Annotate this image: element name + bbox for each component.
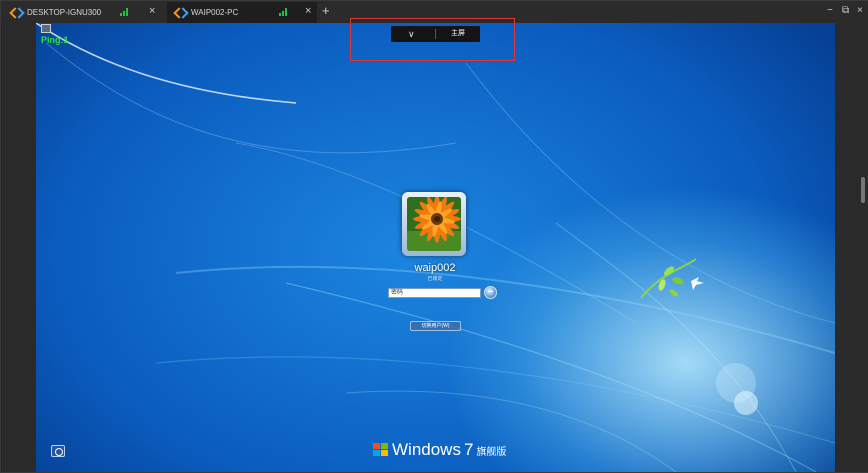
minimize-button[interactable]: − xyxy=(827,5,833,17)
signal-strength-icon xyxy=(279,8,287,16)
right-margin xyxy=(835,23,868,472)
tab-label: DESKTOP-IGNU300 xyxy=(27,8,102,17)
add-tab-button[interactable]: + xyxy=(322,4,330,18)
left-margin xyxy=(2,23,36,472)
switch-user-button[interactable]: 切换用户(W) xyxy=(410,321,461,331)
remote-desktop-icon xyxy=(11,8,23,18)
username-label: waip002 xyxy=(414,262,456,274)
ease-of-access-icon[interactable] xyxy=(51,445,65,457)
windows-branding: Windows 7 旗舰版 xyxy=(373,441,506,459)
side-panel-handle[interactable] xyxy=(861,177,865,203)
tab-close-icon[interactable]: × xyxy=(305,5,311,17)
windows-logo-icon xyxy=(373,443,389,457)
annotation-highlight-box xyxy=(350,18,515,61)
windows-edition: 旗舰版 xyxy=(476,447,507,458)
user-avatar xyxy=(402,192,466,256)
monitor-icon xyxy=(41,24,51,33)
restore-button[interactable]: ⧉ xyxy=(842,5,849,17)
windows-wordmark: Windows xyxy=(392,440,461,459)
submit-arrow-button[interactable] xyxy=(484,286,497,299)
avatar-flower-image xyxy=(407,197,461,251)
tab-waip002-pc[interactable]: WAIP002-PC xyxy=(167,2,317,23)
locked-status: 已锁定 xyxy=(427,276,443,282)
tab-label: WAIP002-PC xyxy=(191,8,239,17)
remote-client-window: DESKTOP-IGNU300 × WAIP002-PC × + − ⧉ × P… xyxy=(0,0,868,473)
remote-desktop-icon xyxy=(175,8,187,18)
close-window-button[interactable]: × xyxy=(857,5,863,17)
tab-close-icon[interactable]: × xyxy=(149,5,155,17)
tab-desktop-ignu300[interactable]: DESKTOP-IGNU300 xyxy=(3,2,167,23)
ping-indicator: Ping:1 xyxy=(41,35,69,45)
signal-strength-icon xyxy=(120,8,128,16)
remote-desktop-view[interactable]: Ping:1 waip002 已锁定 密码 切换用户(W) Windows 7 … xyxy=(36,23,835,472)
password-input[interactable]: 密码 xyxy=(388,288,481,298)
windows-version: 7 xyxy=(463,440,474,459)
